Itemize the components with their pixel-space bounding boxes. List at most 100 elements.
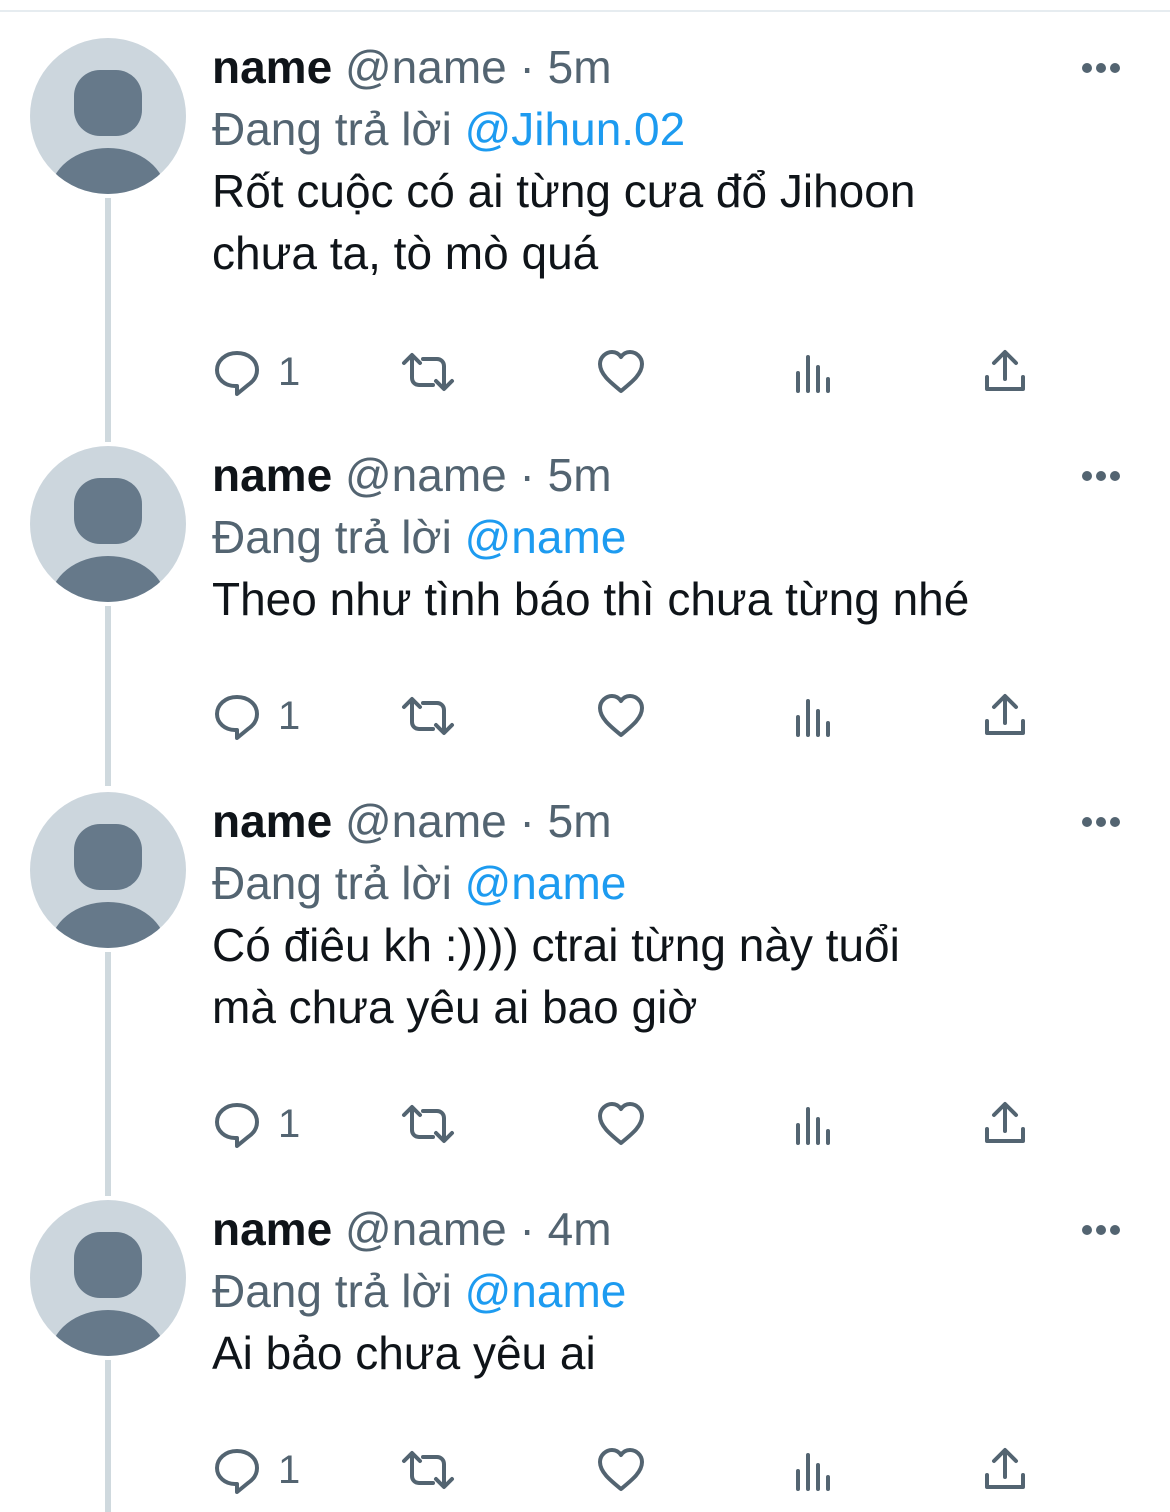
- handle[interactable]: @name: [345, 41, 507, 93]
- reply-count: 1: [278, 1448, 301, 1492]
- share-icon: [985, 350, 1025, 391]
- thread-line: [105, 198, 111, 442]
- reply-icon: [215, 1449, 259, 1494]
- share-button[interactable]: [982, 1440, 1028, 1500]
- avatar[interactable]: [30, 446, 186, 602]
- timestamp[interactable]: 4m: [548, 1203, 612, 1255]
- replying-to: Đang trả lời @Jihun.02: [212, 98, 1112, 160]
- views-icon: [796, 355, 830, 393]
- default-profile-icon: [50, 824, 166, 948]
- display-name[interactable]: name: [212, 41, 332, 93]
- default-profile-icon: [50, 478, 166, 602]
- like-button[interactable]: [596, 1440, 646, 1500]
- replying-label: Đang trả lời: [212, 1265, 465, 1317]
- heart-icon: [598, 694, 644, 737]
- tweet-text: Theo như tình báo thì chưa từng nhé: [212, 573, 970, 625]
- top-divider: [0, 10, 1170, 12]
- replying-label: Đang trả lời: [212, 103, 465, 155]
- tweet-content: name @name · 5m Đang trả lời @name Có đi…: [212, 792, 1112, 1038]
- display-name[interactable]: name: [212, 449, 332, 501]
- heart-icon: [598, 1102, 644, 1145]
- timestamp[interactable]: 5m: [548, 795, 612, 847]
- tweet-actions: 1: [212, 686, 1052, 746]
- more-icon[interactable]: [1080, 58, 1130, 78]
- like-button[interactable]: [596, 342, 646, 402]
- separator: ·: [506, 795, 548, 847]
- more-icon[interactable]: [1080, 466, 1130, 486]
- more-icon[interactable]: [1080, 1220, 1130, 1240]
- mention-link[interactable]: @name: [465, 1265, 627, 1317]
- retweet-button[interactable]: [398, 1440, 458, 1500]
- replying-to: Đang trả lời @name: [212, 506, 1112, 568]
- separator: ·: [506, 1203, 548, 1255]
- retweet-icon: [402, 697, 454, 735]
- replying-to: Đang trả lời @name: [212, 1260, 1112, 1322]
- views-button[interactable]: [792, 686, 836, 746]
- views-button[interactable]: [792, 342, 836, 402]
- handle[interactable]: @name: [345, 449, 507, 501]
- thread-line: [105, 952, 111, 1196]
- views-button[interactable]: [792, 1094, 836, 1154]
- reply-count: 1: [278, 694, 301, 738]
- tweet-text: Ai bảo chưa yêu ai: [212, 1327, 596, 1379]
- avatar[interactable]: [30, 1200, 186, 1356]
- thread-line: [105, 606, 111, 786]
- share-icon: [985, 1448, 1025, 1489]
- display-name[interactable]: name: [212, 1203, 332, 1255]
- retweet-button[interactable]: [398, 342, 458, 402]
- mention-link[interactable]: @Jihun.02: [465, 103, 686, 155]
- views-icon: [796, 1107, 830, 1145]
- share-icon: [985, 694, 1025, 735]
- reply-button[interactable]: 1: [212, 1440, 300, 1500]
- retweet-button[interactable]: [398, 686, 458, 746]
- mention-link[interactable]: @name: [465, 511, 627, 563]
- reply-count: 1: [278, 350, 301, 394]
- like-button[interactable]: [596, 1094, 646, 1154]
- share-button[interactable]: [982, 342, 1028, 402]
- avatar[interactable]: [30, 792, 186, 948]
- retweet-button[interactable]: [398, 1094, 458, 1154]
- like-button[interactable]: [596, 686, 646, 746]
- default-profile-icon: [50, 1232, 166, 1356]
- tweet-actions: 1: [212, 1440, 1052, 1500]
- share-icon: [985, 1102, 1025, 1143]
- reply-icon: [215, 1103, 259, 1148]
- reply-button[interactable]: 1: [212, 342, 300, 402]
- reply-button[interactable]: 1: [212, 686, 300, 746]
- share-button[interactable]: [982, 1094, 1028, 1154]
- replying-label: Đang trả lời: [212, 511, 465, 563]
- more-icon[interactable]: [1080, 812, 1130, 832]
- retweet-icon: [402, 1105, 454, 1143]
- timestamp[interactable]: 5m: [548, 449, 612, 501]
- avatar[interactable]: [30, 38, 186, 194]
- reply-count: 1: [278, 1102, 301, 1146]
- separator: ·: [506, 41, 548, 93]
- tweet-text: Có điêu kh :)))) ctrai từng này tuổi mà …: [212, 919, 900, 1033]
- reply-icon: [215, 351, 259, 396]
- default-profile-icon: [50, 70, 166, 194]
- tweet-content: name @name · 5m Đang trả lời @name Theo …: [212, 446, 1112, 630]
- thread-line: [105, 1360, 111, 1512]
- tweet-header: name @name · 5m: [212, 36, 1112, 98]
- handle[interactable]: @name: [345, 1203, 507, 1255]
- views-button[interactable]: [792, 1440, 836, 1500]
- display-name[interactable]: name: [212, 795, 332, 847]
- reply-button[interactable]: 1: [212, 1094, 300, 1154]
- views-icon: [796, 699, 830, 737]
- reply-icon: [215, 695, 259, 740]
- retweet-icon: [402, 353, 454, 391]
- handle[interactable]: @name: [345, 795, 507, 847]
- timestamp[interactable]: 5m: [548, 41, 612, 93]
- views-icon: [796, 1453, 830, 1491]
- retweet-icon: [402, 1451, 454, 1489]
- heart-icon: [598, 350, 644, 393]
- tweet-actions: 1: [212, 342, 1052, 402]
- mention-link[interactable]: @name: [465, 857, 627, 909]
- tweet-header: name @name · 4m: [212, 1198, 1112, 1260]
- tweet-actions: 1: [212, 1094, 1052, 1154]
- tweet-content: name @name · 5m Đang trả lời @Jihun.02 R…: [212, 38, 1112, 284]
- share-button[interactable]: [982, 686, 1028, 746]
- replying-label: Đang trả lời: [212, 857, 465, 909]
- tweet-content: name @name · 4m Đang trả lời @name Ai bả…: [212, 1200, 1112, 1384]
- separator: ·: [506, 449, 548, 501]
